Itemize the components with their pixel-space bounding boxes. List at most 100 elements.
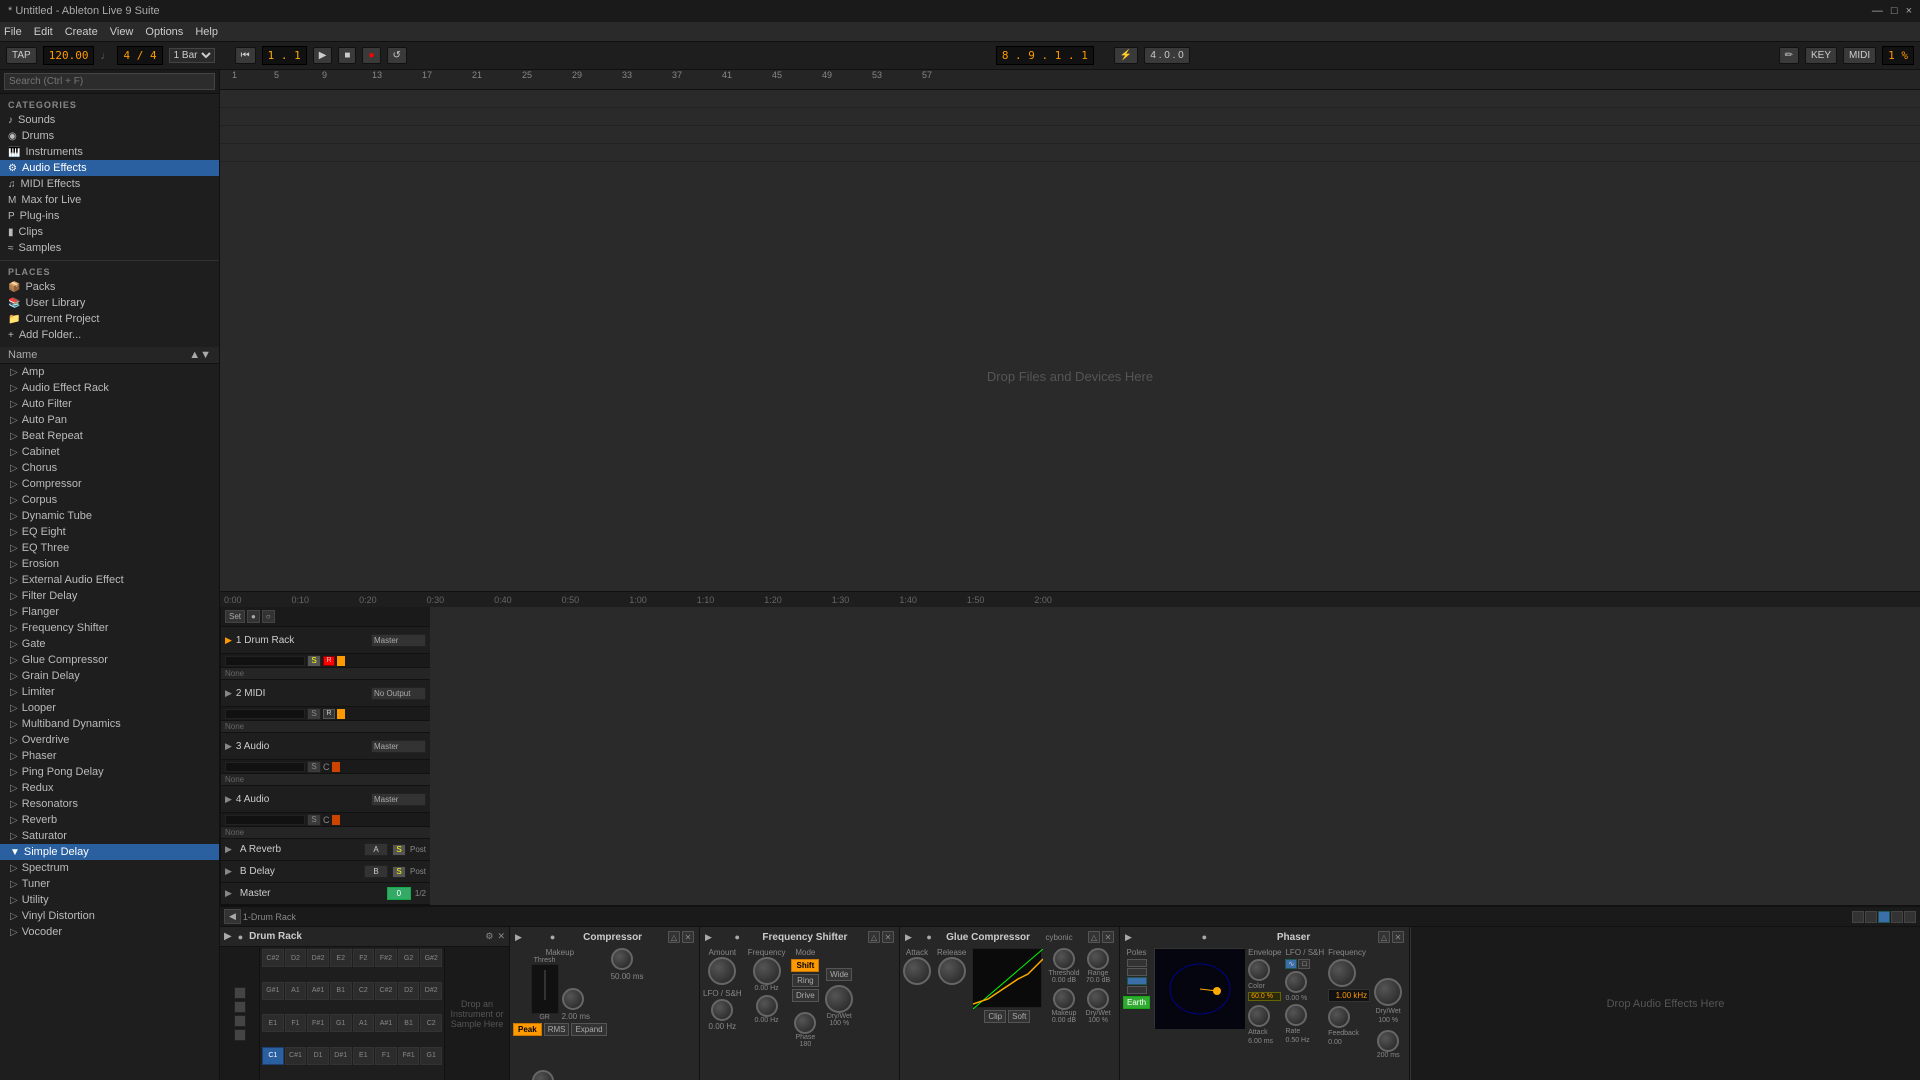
phaser-rate-knob[interactable] [1285, 1004, 1307, 1026]
menu-help[interactable]: Help [195, 26, 218, 38]
pad-d1[interactable]: D1 [307, 1047, 329, 1065]
browser-item-utility[interactable]: ▷Utility [0, 892, 219, 908]
phaser-lfo-sqr[interactable]: □ [1298, 959, 1310, 969]
place-add-folder[interactable]: + Add Folder... [0, 327, 219, 343]
comp-attack-knob[interactable] [562, 988, 584, 1010]
maximize-btn[interactable]: □ [1891, 5, 1898, 17]
pad-as1[interactable]: A#1 [307, 982, 329, 1000]
sidebar-item-samples[interactable]: ≈ Samples [0, 240, 219, 256]
track2-s-btn[interactable]: S [307, 708, 321, 720]
loop-btn[interactable]: ↺ [387, 47, 407, 64]
browser-item-dynamic-tube[interactable]: ▷Dynamic Tube [0, 508, 219, 524]
browser-item-phaser[interactable]: ▷Phaser [0, 748, 219, 764]
glue-fold[interactable]: △ [1088, 931, 1100, 943]
pad-ds2b[interactable]: D#2 [420, 982, 442, 1000]
pad-e2[interactable]: E2 [330, 949, 352, 967]
pad-c2c[interactable]: C2 [420, 1014, 442, 1032]
tap-button[interactable]: TAP [6, 47, 37, 64]
freq-phase-knob[interactable] [794, 1012, 816, 1034]
drum-drop-instrument[interactable]: Drop an Instrument or Sample Here [444, 947, 509, 1080]
track1-rec-btn[interactable]: R [323, 656, 335, 666]
sidebar-item-instruments[interactable]: 🎹 Instruments [0, 144, 219, 160]
sidebar-item-plug-ins[interactable]: P Plug-ins [0, 208, 219, 224]
menu-view[interactable]: View [110, 26, 134, 38]
close-btn[interactable]: × [1906, 5, 1912, 17]
pad-g2[interactable]: G2 [398, 949, 420, 967]
browser-item-eq-eight[interactable]: ▷EQ Eight [0, 524, 219, 540]
pole-2[interactable] [1127, 968, 1147, 976]
menu-file[interactable]: File [4, 26, 22, 38]
compressor-close[interactable]: ✕ [682, 931, 694, 943]
place-user-library[interactable]: 📚 User Library [0, 295, 219, 311]
drum-rack-ctrl-1[interactable]: ⚙ [485, 931, 493, 942]
phaser-expand[interactable]: ▶ [1125, 932, 1132, 943]
phaser-atk-knob[interactable] [1248, 1005, 1270, 1027]
phaser-earth-btn[interactable]: Earth [1123, 996, 1150, 1009]
browser-item-resonators[interactable]: ▷Resonators [0, 796, 219, 812]
menu-options[interactable]: Options [145, 26, 183, 38]
phaser-drywet-knob[interactable] [1374, 978, 1402, 1006]
freq-amount-knob[interactable] [708, 957, 736, 985]
comp-peak-btn[interactable]: Peak [513, 1023, 542, 1036]
pad-ds1[interactable]: D#1 [330, 1047, 352, 1065]
track4-output[interactable]: Master [371, 793, 426, 806]
pencil-btn[interactable]: ✏ [1779, 47, 1799, 64]
phaser-lfo-sin[interactable]: ∿ [1285, 959, 1297, 969]
browser-item-saturator[interactable]: ▷Saturator [0, 828, 219, 844]
mixer-btn-2[interactable]: ○ [262, 610, 275, 623]
drum-left-pad-1[interactable] [234, 987, 246, 999]
glue-expand[interactable]: ▶ [905, 932, 912, 943]
freq-drive-btn[interactable]: Drive [792, 989, 819, 1002]
browser-item-tuner[interactable]: ▷Tuner [0, 876, 219, 892]
pad-d2b[interactable]: D2 [398, 982, 420, 1000]
track3-s-btn[interactable]: S [307, 761, 321, 773]
pole-1[interactable] [1127, 959, 1147, 967]
sidebar-item-audio-effects[interactable]: ⚙ Audio Effects [0, 160, 219, 176]
pad-a1[interactable]: A1 [285, 982, 307, 1000]
pad-gs2[interactable]: G#2 [420, 949, 442, 967]
browser-item-simple-delay[interactable]: ▼Simple Delay [0, 844, 219, 860]
browser-item-vinyl-distortion[interactable]: ▷Vinyl Distortion [0, 908, 219, 924]
pad-btn-4[interactable] [1891, 911, 1903, 923]
browser-item-vocoder[interactable]: ▷Vocoder [0, 924, 219, 940]
drum-left-pad-3[interactable] [234, 1015, 246, 1027]
search-input[interactable] [4, 73, 215, 90]
freq-lfo-knob[interactable] [711, 999, 733, 1021]
pad-ds2[interactable]: D#2 [307, 949, 329, 967]
browser-scroll-btn[interactable]: ▲▼ [189, 349, 211, 361]
pad-d2[interactable]: D2 [285, 949, 307, 967]
freq-shift-btn[interactable]: Shift [791, 959, 819, 972]
place-packs[interactable]: 📦 Packs [0, 279, 219, 295]
record-btn[interactable]: ● [362, 47, 380, 64]
browser-item-overdrive[interactable]: ▷Overdrive [0, 732, 219, 748]
drum-rack-on[interactable]: ● [238, 932, 243, 942]
browser-item-redux[interactable]: ▷Redux [0, 780, 219, 796]
pad-e1[interactable]: E1 [262, 1014, 284, 1032]
browser-item-ping-pong-delay[interactable]: ▷Ping Pong Delay [0, 764, 219, 780]
glue-soft-btn[interactable]: Soft [1008, 1010, 1030, 1023]
glue-range-knob[interactable] [1087, 948, 1109, 970]
glue-thresh-knob[interactable] [1053, 948, 1075, 970]
pad-e1b[interactable]: E1 [353, 1047, 375, 1065]
in-out-btn[interactable]: 4 . 0 . 0 [1144, 47, 1189, 64]
pole-3[interactable] [1127, 977, 1147, 985]
pad-f1b[interactable]: F1 [375, 1047, 397, 1065]
freq-fine-knob[interactable] [753, 957, 781, 985]
pad-a1b[interactable]: A1 [353, 1014, 375, 1032]
cpu-btn[interactable]: ⚡ [1114, 47, 1138, 64]
browser-item-reverb[interactable]: ▷Reverb [0, 812, 219, 828]
glue-on[interactable]: ● [926, 932, 931, 942]
track3-fader[interactable] [225, 762, 305, 772]
drum-left-pad-2[interactable] [234, 1001, 246, 1013]
browser-item-cabinet[interactable]: ▷Cabinet [0, 444, 219, 460]
browser-item-compressor[interactable]: ▷Compressor [0, 476, 219, 492]
browser-item-external-audio-effect[interactable]: ▷External Audio Effect [0, 572, 219, 588]
browser-item-beat-repeat[interactable]: ▷Beat Repeat [0, 428, 219, 444]
pad-fs1b[interactable]: F#1 [398, 1047, 420, 1065]
compressor-fold[interactable]: △ [668, 931, 680, 943]
glue-close[interactable]: ✕ [1102, 931, 1114, 943]
freq-wide-btn[interactable]: Wide [826, 968, 852, 981]
phaser-amount-knob[interactable] [1285, 971, 1307, 993]
pad-btn-5[interactable] [1904, 911, 1916, 923]
menu-edit[interactable]: Edit [34, 26, 53, 38]
